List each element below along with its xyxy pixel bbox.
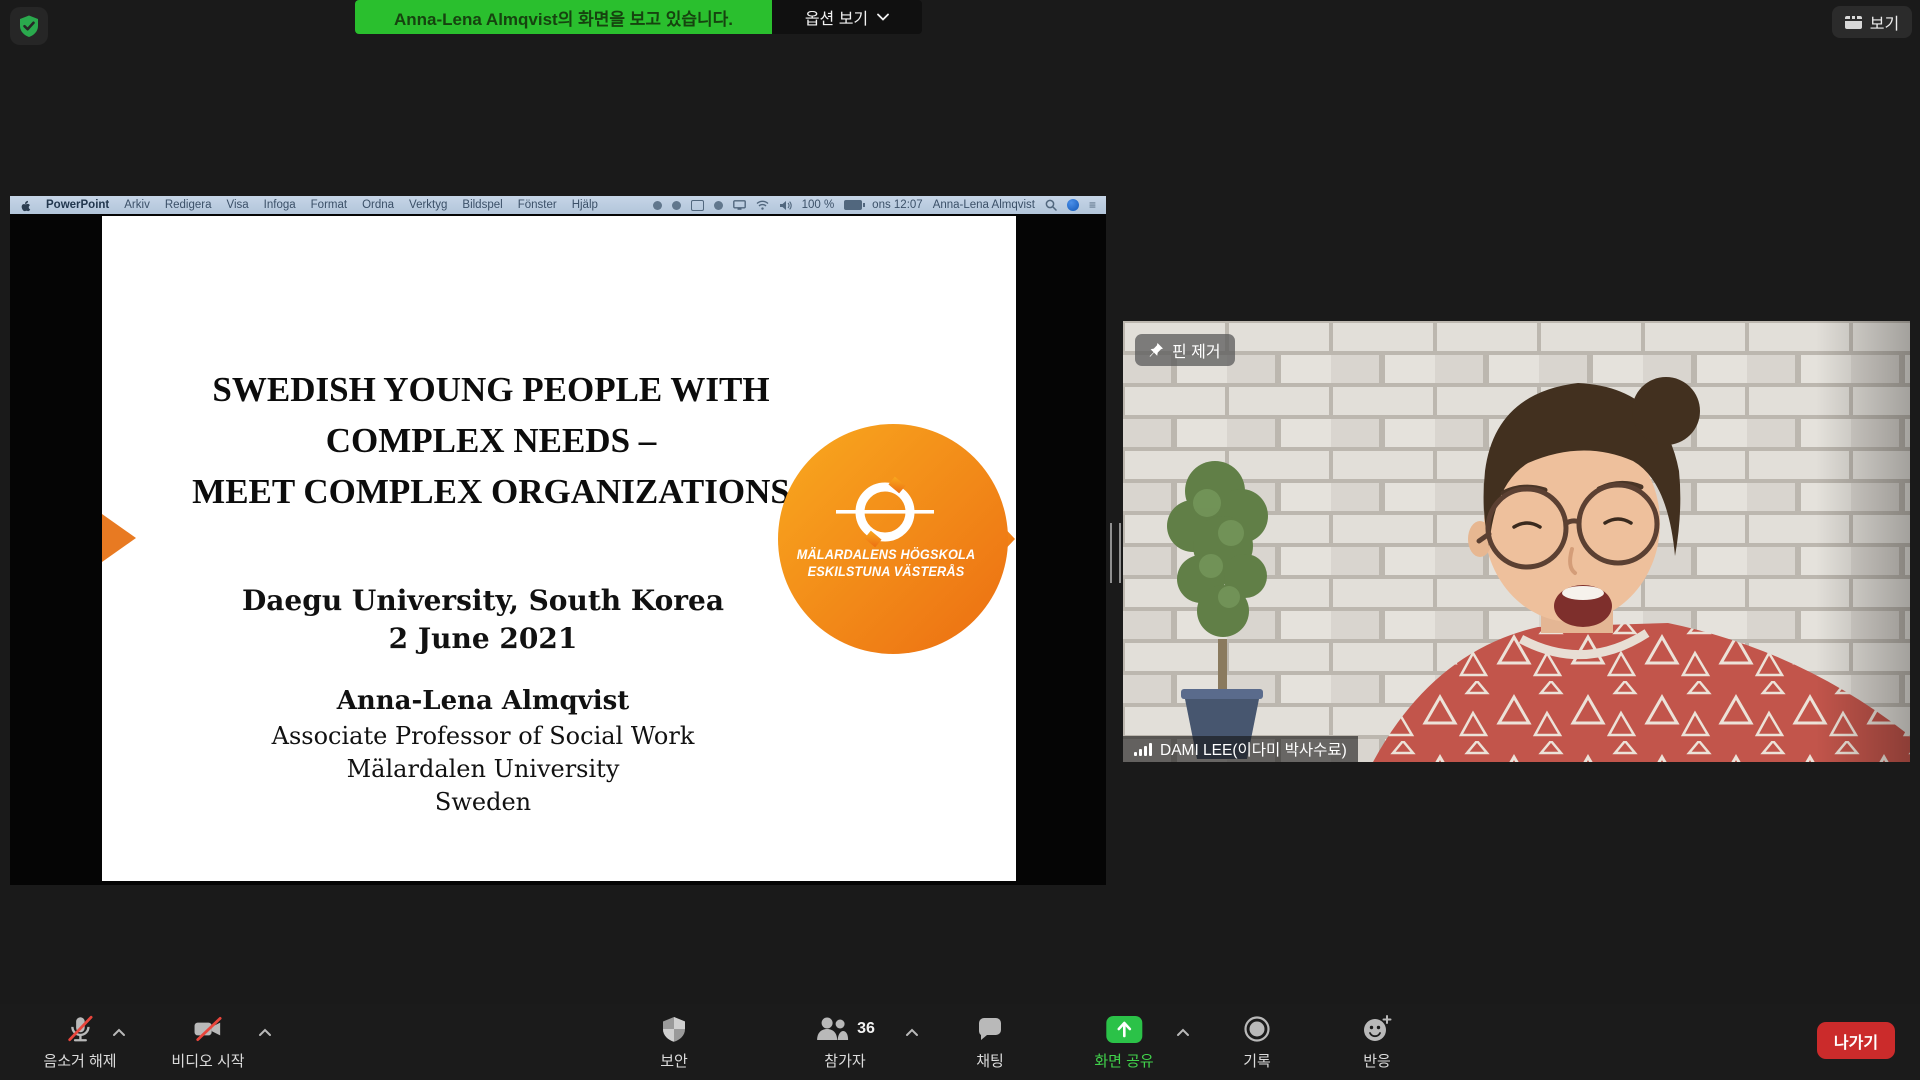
encryption-badge[interactable] — [10, 7, 48, 45]
security-label: 보안 — [660, 1050, 688, 1071]
banner-text: Anna-Lena Almqvist의 화면을 보고 있습니다. — [394, 5, 733, 30]
pinned-video-tile[interactable]: 핀 제거 DAMI LEE(이다미 박사수료) — [1123, 321, 1910, 762]
menubar-app-name: PowerPoint — [46, 199, 109, 211]
mic-muted-icon — [65, 1013, 95, 1045]
menu-verktyg: Verktyg — [409, 199, 447, 211]
menu-hjalp: Hjälp — [572, 199, 598, 211]
shared-screen-region[interactable]: PowerPoint Arkiv Redigera Visa Infoga Fo… — [10, 196, 1106, 885]
logo-text-line1: MÄLARDALENS HÖGSKOLA — [784, 546, 987, 563]
slide-author-university: Mälardalen University — [102, 753, 864, 786]
audio-level-icon — [1134, 743, 1152, 756]
search-icon — [1045, 199, 1057, 211]
slide-subtitle: Daegu University, South Korea 2 June 202… — [102, 582, 864, 658]
meeting-toolbar: 음소거 해제 비디오 시작 — [0, 1004, 1920, 1080]
camera-off-icon — [192, 1013, 224, 1045]
menu-redigera: Redigera — [165, 199, 212, 211]
slide-author-block: Anna-Lena Almqvist Associate Professor o… — [102, 682, 864, 819]
status-camera-icon — [653, 201, 662, 210]
menubar-clock: ons 12:07 — [872, 199, 923, 211]
mac-menubar: PowerPoint Arkiv Redigera Visa Infoga Fo… — [10, 196, 1106, 214]
menu-fonster: Fönster — [518, 199, 557, 211]
pushpin-icon — [1149, 342, 1164, 358]
presentation-slide: SWEDISH YOUNG PEOPLE WITH COMPLEX NEEDS … — [102, 216, 1016, 881]
slideshow-stage: SWEDISH YOUNG PEOPLE WITH COMPLEX NEEDS … — [10, 214, 1106, 885]
record-label: 기록 — [1243, 1050, 1271, 1071]
participant-name: DAMI LEE(이다미 박사수료) — [1160, 738, 1347, 760]
remove-pin-label: 핀 제거 — [1172, 338, 1221, 362]
participant-name-tag: DAMI LEE(이다미 박사수료) — [1123, 736, 1358, 762]
shield-check-icon — [17, 14, 41, 38]
participants-caret[interactable] — [905, 1024, 919, 1042]
view-options-label: 옵션 보기 — [805, 5, 868, 29]
panel-resize-handle[interactable] — [1110, 523, 1121, 583]
menu-visa: Visa — [227, 199, 249, 211]
participants-button[interactable]: 36 참가자 — [815, 1013, 875, 1071]
reactions-label: 반응 — [1363, 1050, 1391, 1071]
battery-icon — [844, 200, 862, 210]
slide-subtitle-line2: 2 June 2021 — [102, 620, 864, 658]
menu-bildspel: Bildspel — [462, 199, 502, 211]
share-screen-button[interactable]: 화면 공유 — [1094, 1013, 1153, 1071]
menu-ordna: Ordna — [362, 199, 394, 211]
view-layout-label: 보기 — [1870, 10, 1899, 34]
slide-title: SWEDISH YOUNG PEOPLE WITH COMPLEX NEEDS … — [102, 364, 880, 517]
video-options-caret[interactable] — [258, 1024, 272, 1042]
participants-count: 36 — [857, 1020, 875, 1038]
slide-author-country: Sweden — [102, 786, 864, 819]
reactions-smiley-icon — [1362, 1013, 1392, 1045]
reactions-button[interactable]: 반응 — [1362, 1013, 1392, 1071]
security-button[interactable]: 보안 — [660, 1013, 688, 1071]
zoom-meeting-window: Anna-Lena Almqvist의 화면을 보고 있습니다. 옵션 보기 보… — [0, 0, 1920, 1080]
apple-logo-icon — [20, 199, 31, 212]
status-globe-icon — [672, 201, 681, 210]
volume-icon — [779, 200, 792, 211]
remove-pin-button[interactable]: 핀 제거 — [1135, 334, 1235, 366]
participants-label: 참가자 — [824, 1050, 865, 1071]
display-icon — [733, 200, 746, 210]
slide-title-line2: COMPLEX NEEDS – — [102, 415, 880, 466]
unmute-label: 음소거 해제 — [43, 1050, 116, 1071]
menubar-account-name: Anna-Lena Almqvist — [933, 199, 1035, 211]
logo-bubble-shape — [778, 422, 1016, 656]
view-layout-button[interactable]: 보기 — [1832, 6, 1912, 38]
slide-subtitle-line1: Daegu University, South Korea — [102, 582, 864, 620]
start-video-label: 비디오 시작 — [171, 1050, 244, 1071]
record-button[interactable]: 기록 — [1243, 1013, 1271, 1071]
chat-label: 채팅 — [976, 1050, 1004, 1071]
slide-title-line1: SWEDISH YOUNG PEOPLE WITH — [102, 364, 880, 415]
wifi-icon — [756, 200, 769, 210]
start-video-button[interactable]: 비디오 시작 — [171, 1013, 244, 1071]
status-teams-icon — [714, 201, 723, 210]
menu-arkiv: Arkiv — [124, 199, 150, 211]
assistant-icon — [1067, 199, 1079, 211]
audio-options-caret[interactable] — [112, 1024, 126, 1042]
share-screen-label: 화면 공유 — [1094, 1050, 1153, 1071]
slide-arrow-decoration — [102, 514, 136, 562]
chevron-down-icon — [877, 13, 889, 21]
video-scene — [1123, 321, 1910, 762]
record-icon — [1243, 1013, 1271, 1045]
leave-meeting-button[interactable]: 나가기 — [1817, 1022, 1895, 1059]
chat-button[interactable]: 채팅 — [976, 1013, 1004, 1071]
battery-percent: 100 % — [802, 199, 835, 211]
security-shield-icon — [660, 1013, 688, 1045]
list-icon: ≡ — [1089, 198, 1096, 212]
menu-format: Format — [311, 199, 347, 211]
menubar-status-area: 100 % ons 12:07 Anna-Lena Almqvist ≡ — [653, 198, 1096, 212]
status-window-icon — [691, 200, 704, 211]
unmute-button[interactable]: 음소거 해제 — [43, 1013, 116, 1071]
chat-bubble-icon — [976, 1013, 1004, 1045]
viewing-screen-banner: Anna-Lena Almqvist의 화면을 보고 있습니다. — [355, 0, 772, 34]
malardalen-university-logo: MÄLARDALENS HÖGSKOLA ESKILSTUNA VÄSTERÅS — [778, 422, 1016, 656]
logo-text-line2: ESKILSTUNA VÄSTERÅS — [784, 563, 987, 580]
layout-grid-icon — [1845, 16, 1862, 29]
participants-icon — [815, 1015, 849, 1043]
view-options-button[interactable]: 옵션 보기 — [772, 0, 922, 34]
menu-infoga: Infoga — [264, 199, 296, 211]
slide-author-name: Anna-Lena Almqvist — [102, 682, 864, 720]
share-screen-icon — [1106, 1016, 1142, 1043]
slide-title-line3: MEET COMPLEX ORGANIZATIONS — [102, 466, 880, 517]
share-options-caret[interactable] — [1176, 1024, 1190, 1042]
slide-author-title: Associate Professor of Social Work — [102, 720, 864, 753]
